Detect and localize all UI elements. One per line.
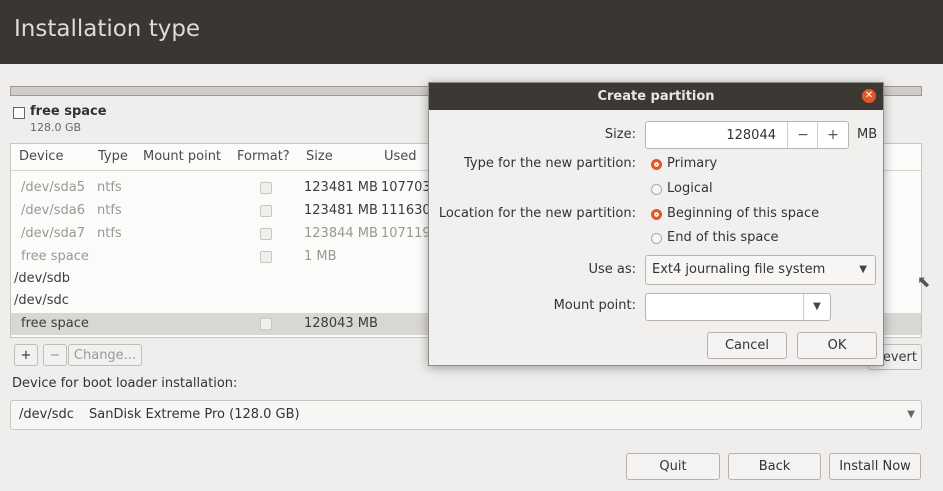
column-header-format[interactable]: Format? [237,149,290,164]
dialog-title: Create partition [429,83,883,110]
beginning-radio[interactable] [651,209,662,220]
chevron-down-icon: ▼ [907,409,915,420]
disk-legend-label: free space [30,104,107,119]
cell-size: 123481 MB [304,180,378,195]
use-as-label: Use as: [588,262,636,277]
close-icon[interactable]: ✕ [862,89,876,103]
decrease-size-button[interactable]: − [787,122,818,148]
increase-size-button[interactable]: + [817,122,848,148]
cell-type: ntfs [97,180,122,195]
cell-type: ntfs [97,203,122,218]
format-checkbox[interactable] [260,318,272,330]
free-space-legend-swatch [13,107,25,119]
mouse-cursor-icon: ⬉ [917,272,931,291]
chevron-down-icon[interactable]: ▼ [803,294,830,320]
boot-loader-device: /dev/sdc [19,407,74,422]
mount-point-label: Mount point: [553,298,636,313]
partition-type-label: Type for the new partition: [463,156,636,171]
primary-radio[interactable] [651,159,662,170]
format-checkbox[interactable] [260,251,272,263]
cell-size: 123844 MB [304,226,378,241]
install-now-button[interactable]: Install Now [829,453,921,480]
cell-device: free space [21,249,89,264]
title-bar: Installation type [0,0,943,64]
ok-button[interactable]: OK [797,332,877,359]
column-header-mount-point[interactable]: Mount point [143,149,221,164]
cell-device: /dev/sdb [14,271,70,286]
cell-size: 128043 MB [304,316,378,331]
cell-used: 107119 [381,226,431,241]
primary-radio-label[interactable]: Primary [667,156,717,171]
use-as-value: Ext4 journaling file system [652,262,826,277]
column-header-size[interactable]: Size [306,149,333,164]
cell-device: /dev/sda6 [21,203,85,218]
chevron-down-icon: ▼ [859,264,867,275]
format-checkbox[interactable] [260,182,272,194]
size-label: Size: [604,127,636,142]
cell-device: /dev/sda7 [21,226,85,241]
mount-point-combo[interactable]: ▼ [645,293,831,321]
cell-used: 111630 [381,203,431,218]
use-as-select[interactable]: Ext4 journaling file system ▼ [645,255,876,285]
add-partition-button[interactable]: + [14,344,38,366]
format-checkbox[interactable] [260,205,272,217]
cell-size: 1 MB [304,249,337,264]
column-header-type[interactable]: Type [98,149,128,164]
cell-size: 123481 MB [304,203,378,218]
partition-location-label: Location for the new partition: [438,206,636,221]
change-partition-button[interactable]: Change... [68,344,142,366]
size-unit: MB [857,127,878,142]
end-radio-label[interactable]: End of this space [667,230,779,245]
boot-loader-label: Device for boot loader installation: [12,376,238,391]
column-header-device[interactable]: Device [19,149,63,164]
beginning-radio-label[interactable]: Beginning of this space [667,206,819,221]
size-value[interactable]: 128044 [726,128,776,143]
disk-legend-size: 128.0 GB [30,121,82,134]
boot-loader-description: SanDisk Extreme Pro (128.0 GB) [89,407,300,422]
logical-radio-label[interactable]: Logical [667,181,713,196]
format-checkbox[interactable] [260,228,272,240]
cell-used: 107703 [381,180,431,195]
column-header-used[interactable]: Used [384,149,417,164]
logical-radio[interactable] [651,184,662,195]
cell-type: ntfs [97,226,122,241]
cancel-button[interactable]: Cancel [707,332,787,359]
create-partition-dialog: Create partition ✕ Size: 128044 − + MB T… [428,82,884,366]
cell-device: /dev/sda5 [21,180,85,195]
quit-button[interactable]: Quit [626,453,720,480]
end-radio[interactable] [651,233,662,244]
remove-partition-button[interactable]: − [43,344,67,366]
back-button[interactable]: Back [728,453,821,480]
size-spinbox[interactable]: 128044 − + [645,121,849,149]
window-title: Installation type [14,16,201,42]
cell-device: /dev/sdc [14,293,69,308]
cell-device: free space [21,316,89,331]
boot-loader-device-select[interactable]: /dev/sdc SanDisk Extreme Pro (128.0 GB) … [10,400,922,430]
